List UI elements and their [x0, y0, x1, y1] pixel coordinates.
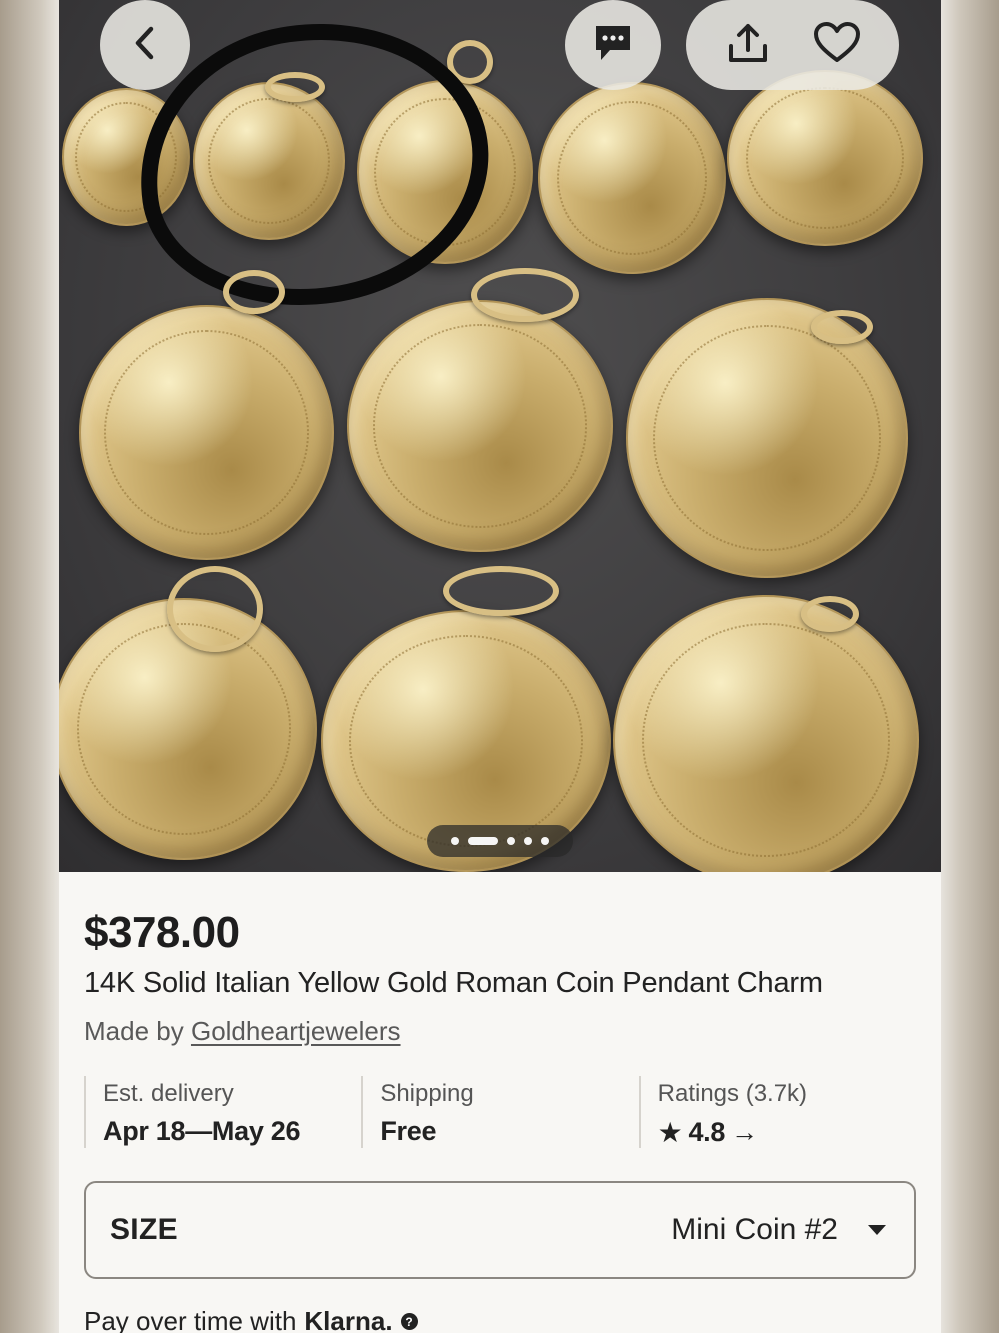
message-button[interactable] — [565, 0, 661, 90]
coin-image — [727, 70, 923, 246]
share-icon — [725, 20, 771, 71]
size-select[interactable]: SIZE Mini Coin #2 — [84, 1181, 916, 1279]
star-icon: ★ — [657, 1117, 683, 1148]
coin-image — [79, 305, 334, 560]
product-image-carousel[interactable] — [59, 0, 941, 872]
chevron-left-icon — [131, 23, 159, 68]
pager-dot-active[interactable] — [468, 837, 498, 845]
pager-dot[interactable] — [524, 837, 532, 845]
pager-dot[interactable] — [451, 837, 459, 845]
coin-bail — [167, 566, 263, 652]
shipping-value: Free — [380, 1116, 437, 1146]
coin-image — [538, 82, 726, 274]
ratings-label: Ratings (3.7k) — [657, 1080, 808, 1107]
klarna-line[interactable]: Pay over time with Klarna. ? — [84, 1306, 418, 1333]
coin-bail — [443, 566, 559, 616]
size-value: Mini Coin #2 — [671, 1213, 838, 1246]
ratings-value: 4.8 — [688, 1117, 726, 1147]
klarna-logo: Klarna. — [304, 1306, 393, 1333]
maker-prefix: Made by — [84, 1016, 184, 1046]
listing-screen: $378.00 14K Solid Italian Yellow Gold Ro… — [59, 0, 941, 1333]
coin-bail — [223, 270, 285, 314]
shop-name-link[interactable]: Goldheartjewelers — [191, 1016, 401, 1046]
coin-image — [613, 595, 919, 872]
delivery-label: Est. delivery — [103, 1080, 234, 1107]
arrow-right-icon: → — [731, 1117, 758, 1147]
share-button[interactable] — [718, 15, 778, 75]
ratings-value-row[interactable]: ★ 4.8 → — [658, 1116, 916, 1149]
share-favorite-group — [686, 0, 899, 90]
coin-image — [347, 300, 613, 552]
size-label: SIZE — [110, 1213, 178, 1246]
coin-bail — [811, 310, 873, 344]
shipping-label: Shipping — [380, 1080, 474, 1107]
listing-title: 14K Solid Italian Yellow Gold Roman Coin… — [84, 967, 823, 999]
help-icon[interactable]: ? — [400, 1313, 418, 1330]
pager-dot[interactable] — [507, 837, 515, 845]
shipping-info: Shipping Free — [361, 1076, 638, 1148]
delivery-info: Est. delivery Apr 18—May 26 — [84, 1076, 361, 1148]
ratings-info[interactable]: Ratings (3.7k) ★ 4.8 → — [638, 1076, 916, 1149]
caret-down-icon — [868, 1225, 886, 1235]
heart-icon — [812, 20, 862, 71]
price: $378.00 — [84, 908, 240, 957]
image-pager[interactable] — [427, 825, 573, 857]
klarna-text: Pay over time with — [84, 1306, 297, 1333]
favorite-button[interactable] — [807, 15, 867, 75]
info-row: Est. delivery Apr 18—May 26 Shipping Fre… — [84, 1076, 916, 1148]
coin-bail — [801, 596, 859, 632]
delivery-value: Apr 18—May 26 — [103, 1116, 301, 1146]
maker-line: Made by Goldheartjewelers — [84, 1016, 401, 1047]
pager-dot[interactable] — [541, 837, 549, 845]
message-icon — [590, 20, 636, 71]
coin-bail — [471, 268, 579, 322]
coin-image — [626, 298, 908, 578]
back-button[interactable] — [100, 0, 190, 90]
